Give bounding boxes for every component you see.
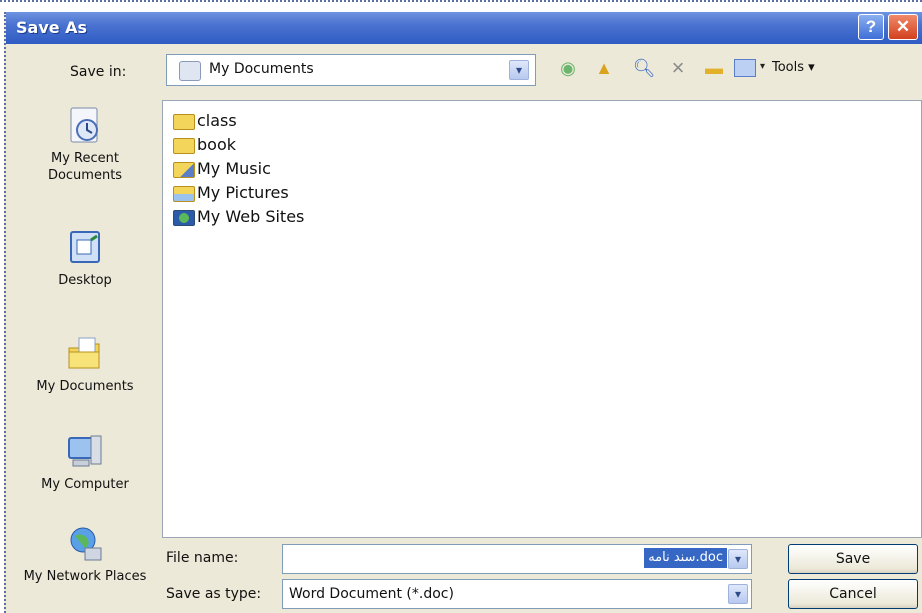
place-my-recent-documents[interactable]: My Recent Documents <box>20 106 150 184</box>
music-folder-icon <box>173 161 195 178</box>
title-bar[interactable]: Save As ? ✕ <box>6 12 922 44</box>
up-one-level-icon[interactable]: ▲ <box>592 56 616 80</box>
list-item[interactable]: My Music <box>173 157 271 181</box>
list-item-label: book <box>197 135 236 154</box>
my-documents-small-icon <box>179 61 201 81</box>
new-folder-icon[interactable]: ▬ <box>702 56 726 80</box>
recent-documents-icon <box>70 107 98 143</box>
file-name-label: File name: <box>166 550 239 566</box>
save-as-type-dropdown[interactable]: Word Document (*.doc) ▾ <box>282 579 752 609</box>
place-label: My Documents <box>36 379 134 394</box>
place-my-computer[interactable]: My Computer <box>20 432 150 493</box>
page-dotted-border <box>0 0 922 6</box>
network-places-icon <box>70 527 102 561</box>
list-item-label: My Music <box>197 159 271 178</box>
back-icon[interactable]: ◉ <box>556 56 580 80</box>
my-documents-icon <box>68 337 100 369</box>
list-item[interactable]: My Pictures <box>173 181 289 205</box>
place-desktop[interactable]: Desktop <box>20 228 150 289</box>
places-bar: My Recent Documents Desktop My Documents <box>20 102 150 612</box>
views-icon[interactable] <box>734 59 756 77</box>
my-computer-icon <box>68 435 102 467</box>
place-label: My Recent Documents <box>47 151 123 183</box>
list-item-label: My Web Sites <box>197 207 305 226</box>
place-label: Desktop <box>58 273 112 288</box>
chevron-down-icon[interactable]: ▾ <box>509 60 529 80</box>
save-as-dialog: Save As ? ✕ Save in: My Documents ▾ ◉ ▲ … <box>4 12 922 613</box>
window-title: Save As <box>16 18 88 37</box>
chevron-down-icon[interactable]: ▾ <box>728 584 748 604</box>
desktop-icon <box>70 231 100 263</box>
help-button[interactable]: ? <box>858 14 884 40</box>
search-web-icon[interactable]: 🔍︎ <box>632 56 656 80</box>
save-in-label: Save in: <box>70 64 127 80</box>
web-sites-icon <box>173 209 195 226</box>
save-in-value: My Documents <box>209 61 314 77</box>
list-item[interactable]: book <box>173 133 236 157</box>
tools-menu[interactable]: Tools ▾ <box>772 60 815 75</box>
place-my-network-places[interactable]: My Network Places <box>20 524 150 585</box>
list-item[interactable]: class <box>173 109 237 133</box>
file-name-value: سند نامه.doc <box>644 548 727 568</box>
file-list[interactable]: class book My Music My Pictures My Web S… <box>162 100 922 538</box>
save-in-dropdown[interactable]: My Documents ▾ <box>166 54 536 86</box>
list-item-label: class <box>197 111 237 130</box>
save-button[interactable]: Save <box>788 544 918 574</box>
folder-icon <box>173 137 195 154</box>
cancel-button[interactable]: Cancel <box>788 579 918 609</box>
delete-icon[interactable]: × <box>666 56 690 80</box>
list-item-label: My Pictures <box>197 183 289 202</box>
close-button[interactable]: ✕ <box>888 14 918 40</box>
chevron-down-icon[interactable]: ▾ <box>728 549 748 569</box>
save-as-type-value: Word Document (*.doc) <box>289 586 454 602</box>
list-item[interactable]: My Web Sites <box>173 205 304 229</box>
file-name-input[interactable]: سند نامه.doc ▾ <box>282 544 752 574</box>
folder-icon <box>173 113 195 130</box>
save-as-type-label: Save as type: <box>166 586 262 602</box>
place-label: My Computer <box>41 477 129 492</box>
place-label: My Network Places <box>23 569 147 584</box>
place-my-documents[interactable]: My Documents <box>20 334 150 395</box>
pictures-folder-icon <box>173 185 195 202</box>
views-menu-arrow-icon[interactable]: ▾ <box>760 61 765 72</box>
